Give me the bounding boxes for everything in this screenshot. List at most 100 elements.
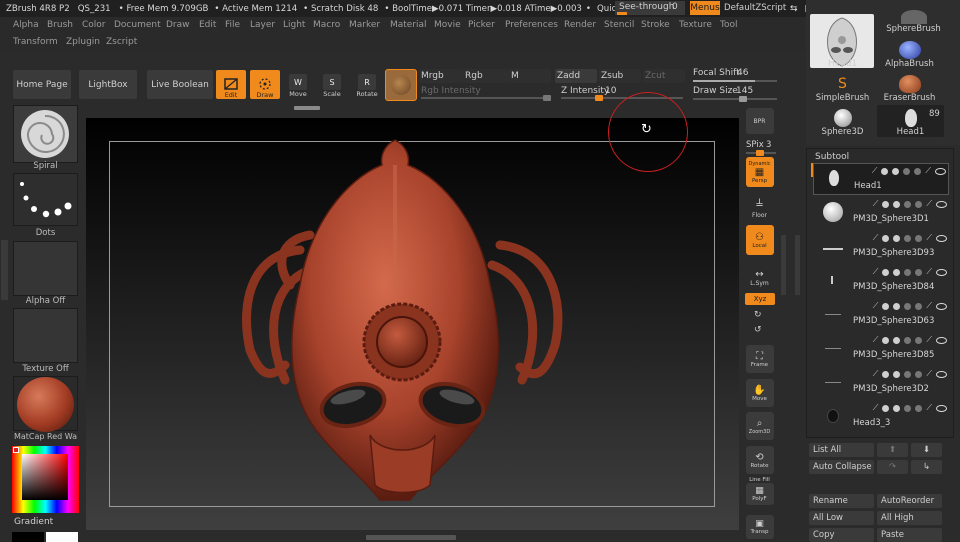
right-tray-handle-2[interactable]: [795, 235, 800, 295]
rgb-intensity-slider[interactable]: Rgb Intensity: [419, 86, 553, 101]
left-tray-handle[interactable]: [1, 240, 8, 300]
copy-button[interactable]: Copy: [809, 528, 874, 542]
rotate-z-icon[interactable]: ↺: [754, 325, 762, 335]
color-picker-square[interactable]: [22, 454, 68, 500]
subtool-item-head1[interactable]: Head1 ⟋ ⟋: [813, 163, 949, 195]
toggle-dot-icon[interactable]: [904, 268, 912, 276]
menu-stencil[interactable]: Stencil: [604, 20, 634, 30]
toggle-dot-icon[interactable]: [904, 336, 912, 344]
toggle-dot-icon[interactable]: [915, 336, 923, 344]
menu-marker[interactable]: Marker: [349, 20, 380, 30]
toggle-dot-icon[interactable]: [915, 302, 923, 310]
move-button[interactable]: W Move: [286, 72, 310, 98]
subtool-item-sphere3d1[interactable]: PM3D_Sphere3D1 ⟋ ⟋: [813, 197, 949, 229]
eye-icon[interactable]: [936, 336, 947, 344]
all-low-button[interactable]: All Low: [809, 511, 874, 525]
frame-button[interactable]: ⛶ Frame: [744, 345, 775, 373]
toggle-dot-icon[interactable]: [882, 268, 890, 276]
autoreorder-button[interactable]: AutoReorder: [877, 494, 942, 508]
lightbox-button[interactable]: LightBox: [79, 70, 137, 99]
right-tray-handle[interactable]: [781, 235, 786, 295]
see-through-slider[interactable]: See-through 0: [615, 1, 685, 15]
zoom3d-button[interactable]: ⌕ Zoom3D: [744, 412, 775, 440]
auto-collapse-button[interactable]: Auto Collapse: [809, 460, 874, 474]
main-color-swatch[interactable]: [46, 532, 78, 542]
subtool-item-controls[interactable]: ⟋ ⟋: [861, 266, 947, 278]
menu-transform[interactable]: Transform: [13, 37, 58, 47]
rotate-view-button[interactable]: ⟲ Rotate: [744, 446, 775, 474]
menu-draw[interactable]: Draw: [166, 20, 190, 30]
toggle-dot-icon[interactable]: [882, 404, 890, 412]
sphere3d-tool[interactable]: Sphere3D: [809, 105, 876, 137]
home-page-button[interactable]: Home Page: [13, 70, 71, 99]
toggle-dot-icon[interactable]: [903, 167, 911, 175]
texture-thumb-button[interactable]: [13, 308, 78, 363]
menu-texture[interactable]: Texture: [679, 20, 712, 30]
toggle-dot-icon[interactable]: [904, 370, 912, 378]
toggle-dot-icon[interactable]: [892, 167, 900, 175]
secondary-color-swatch[interactable]: [12, 532, 44, 542]
menu-color[interactable]: Color: [82, 20, 106, 30]
toggle-dot-icon[interactable]: [915, 268, 923, 276]
subtool-item-sphere3d93[interactable]: PM3D_Sphere3D93 ⟋ ⟋: [813, 231, 949, 263]
alpha-brush-tool[interactable]: AlphaBrush: [876, 37, 943, 69]
toggle-dot-icon[interactable]: [882, 302, 890, 310]
menu-brush[interactable]: Brush: [47, 20, 73, 30]
menu-movie[interactable]: Movie: [434, 20, 461, 30]
menu-tool[interactable]: Tool: [720, 20, 737, 30]
subtool-item-controls[interactable]: ⟋ ⟋: [861, 334, 947, 346]
alpha-thumb-button[interactable]: [13, 241, 78, 296]
brush-thumb-button[interactable]: [13, 105, 78, 163]
material-thumb-button[interactable]: [13, 376, 78, 432]
arrows-icon[interactable]: ⇆: [790, 4, 798, 14]
move-view-button[interactable]: ✋ Move: [744, 379, 775, 407]
spix-slider[interactable]: SPix 3: [744, 140, 778, 156]
bpr-button[interactable]: BPR: [744, 108, 775, 134]
toggle-dot-icon[interactable]: [904, 200, 912, 208]
paste-button[interactable]: Paste: [877, 528, 942, 542]
floor-button[interactable]: ╧ Floor: [744, 198, 775, 219]
default-zscript-button[interactable]: DefaultZScript: [724, 3, 786, 13]
subtool-item-controls[interactable]: ⟋ ⟋: [861, 232, 947, 244]
toggle-dot-icon[interactable]: [893, 336, 901, 344]
live-boolean-button[interactable]: Live Boolean: [147, 70, 213, 99]
zsub-button[interactable]: Zsub: [599, 69, 641, 83]
subtool-item-controls[interactable]: ⟋ ⟋: [861, 300, 947, 312]
toggle-dot-icon[interactable]: [893, 370, 901, 378]
eraser-brush-tool[interactable]: EraserBrush: [876, 71, 943, 103]
menus-button[interactable]: Menus: [690, 1, 720, 15]
subtool-title[interactable]: Subtool: [815, 152, 849, 162]
draw-button[interactable]: Draw: [250, 70, 280, 99]
toggle-dot-icon[interactable]: [904, 404, 912, 412]
lsym-button[interactable]: ↔ L.Sym: [744, 268, 775, 287]
move-down-button[interactable]: ⬇: [911, 443, 942, 457]
toggle-dot-icon[interactable]: [915, 370, 923, 378]
toggle-dot-icon[interactable]: [904, 234, 912, 242]
menu-picker[interactable]: Picker: [468, 20, 495, 30]
toggle-dot-icon[interactable]: [882, 336, 890, 344]
menu-layer[interactable]: Layer: [250, 20, 275, 30]
polyf-button[interactable]: Line Fill ▦ PolyF: [744, 477, 775, 505]
menu-material[interactable]: Material: [390, 20, 427, 30]
rotate-button[interactable]: R Rotate: [355, 72, 379, 98]
eye-icon[interactable]: [936, 370, 947, 378]
mrgb-button[interactable]: Mrgb: [419, 69, 463, 83]
subtool-item-sphere3d63[interactable]: PM3D_Sphere3D63 ⟋ ⟋: [813, 299, 949, 331]
subtool-item-controls[interactable]: ⟋ ⟋: [860, 165, 946, 177]
toggle-dot-icon[interactable]: [915, 200, 923, 208]
list-all-button[interactable]: List All: [809, 443, 874, 457]
toggle-dot-icon[interactable]: [893, 268, 901, 276]
eye-icon[interactable]: [936, 302, 947, 310]
menu-alpha[interactable]: Alpha: [13, 20, 39, 30]
move-in-button[interactable]: ↷: [877, 460, 908, 474]
sculpt-model[interactable]: [230, 135, 590, 510]
move-out-button[interactable]: ↳: [911, 460, 942, 474]
stroke-thumb-button[interactable]: [13, 173, 78, 226]
toggle-dot-icon[interactable]: [904, 302, 912, 310]
menu-zscript[interactable]: Zscript: [106, 37, 137, 47]
toggle-dot-icon[interactable]: [882, 370, 890, 378]
menu-file[interactable]: File: [225, 20, 240, 30]
menu-macro[interactable]: Macro: [313, 20, 340, 30]
subtool-item-sphere3d85[interactable]: PM3D_Sphere3D85 ⟋ ⟋: [813, 333, 949, 365]
simple-brush-tool[interactable]: S SimpleBrush: [809, 71, 876, 103]
